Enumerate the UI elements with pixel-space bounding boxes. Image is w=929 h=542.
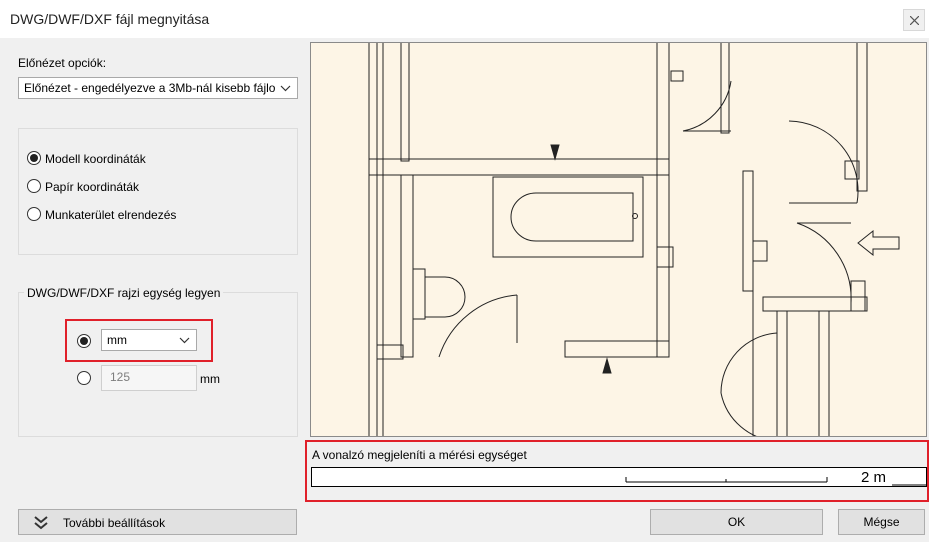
workspace-layout-label: Munkaterület elrendezés xyxy=(45,208,177,222)
cancel-label: Mégse xyxy=(863,515,900,529)
paper-coordinates-label: Papír koordináták xyxy=(45,180,140,194)
close-button[interactable] xyxy=(903,9,925,31)
cancel-button[interactable]: Mégse xyxy=(838,509,925,535)
ok-button[interactable]: OK xyxy=(650,509,823,535)
double-chevron-down-icon xyxy=(34,516,48,530)
preview-options-label: Előnézet opciók: xyxy=(18,56,107,70)
radio-custom-unit[interactable] xyxy=(77,371,91,385)
radio-model-coordinates[interactable] xyxy=(27,151,41,165)
more-settings-label: További beállítások xyxy=(63,516,166,530)
chevron-down-icon xyxy=(179,337,190,344)
preview-options-select[interactable]: Előnézet - engedélyezve a 3Mb-nál kisebb… xyxy=(18,77,298,99)
ruler-scale-bar xyxy=(625,477,926,486)
more-settings-button[interactable]: További beállítások xyxy=(18,509,297,535)
preview-options-value: Előnézet - engedélyezve a 3Mb-nál kisebb… xyxy=(24,81,276,95)
preview-area xyxy=(310,42,927,437)
unit-select[interactable]: mm xyxy=(101,329,197,351)
chevron-down-icon xyxy=(280,85,291,92)
radio-workspace-layout[interactable] xyxy=(27,207,41,221)
custom-unit-label: mm xyxy=(200,372,220,386)
unit-select-value: mm xyxy=(107,333,127,347)
custom-unit-value: 125 xyxy=(110,370,131,384)
title-bar: DWG/DWF/DXF fájl megnyitása xyxy=(0,0,929,38)
ok-label: OK xyxy=(727,515,746,529)
model-coordinates-label: Modell koordináták xyxy=(45,152,146,166)
ruler-caption: A vonalzó megjeleníti a mérési egységet xyxy=(312,448,527,462)
custom-unit-input[interactable]: 125 xyxy=(101,365,197,391)
floor-plan-drawing xyxy=(368,43,900,436)
radio-unit-select[interactable] xyxy=(77,334,91,348)
units-group-label: DWG/DWF/DXF rajzi egység legyen xyxy=(24,286,224,300)
window-title: DWG/DWF/DXF fájl megnyitása xyxy=(10,11,210,27)
ruler-scale-label: 2 m xyxy=(861,469,887,486)
close-icon xyxy=(910,16,919,25)
radio-paper-coordinates[interactable] xyxy=(27,179,41,193)
scale-ruler: 2 m xyxy=(311,467,927,487)
